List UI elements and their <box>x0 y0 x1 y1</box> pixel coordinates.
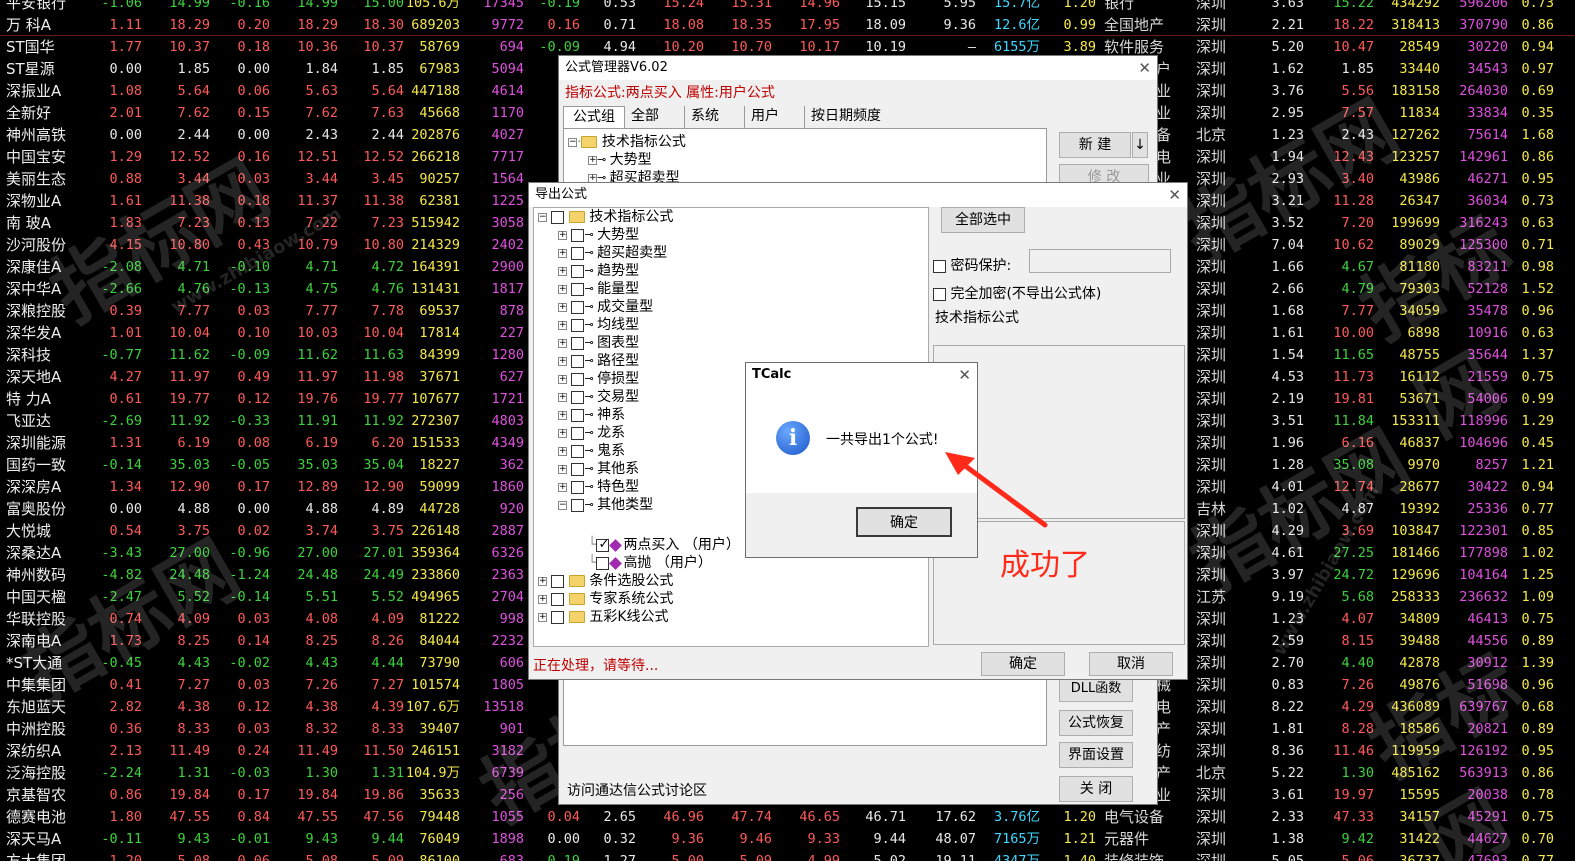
annotation-arrow <box>945 452 1048 528</box>
annotation-text: 成功了 <box>1000 548 1090 583</box>
